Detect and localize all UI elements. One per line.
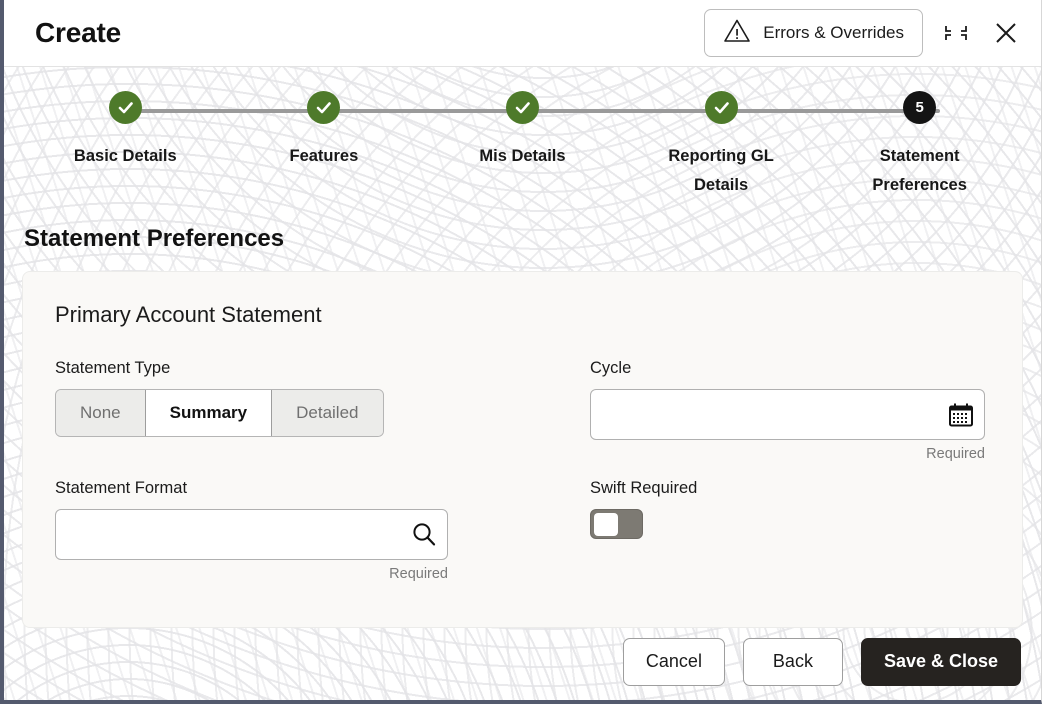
- statement-format-helper-text: Required: [389, 566, 448, 582]
- close-icon[interactable]: [989, 16, 1023, 50]
- step-label-2: Features: [289, 147, 359, 165]
- card-title: Primary Account Statement: [55, 302, 322, 327]
- cycle-helper-text: Required: [926, 446, 985, 462]
- dialog-body: Statement Preferences Primary Account St…: [4, 213, 1041, 628]
- toggle-knob: [594, 512, 618, 536]
- save-and-close-button[interactable]: Save & Close: [860, 637, 1021, 686]
- statement-type-field: Statement Type None Summary Detailed: [55, 359, 538, 462]
- step-bubble-2: [307, 91, 341, 124]
- wizard-stepper: Basic Details Features Mis Details Repor…: [4, 67, 1041, 213]
- errors-and-overrides-button[interactable]: Errors & Overrides: [704, 9, 923, 57]
- search-icon[interactable]: [401, 521, 447, 549]
- step-label-5: Statement Preferences: [872, 147, 967, 195]
- calendar-icon[interactable]: [938, 402, 984, 428]
- primary-account-statement-card: Primary Account Statement Statement Type…: [22, 271, 1023, 628]
- swift-required-label: Swift Required: [590, 479, 698, 497]
- form-grid: Statement Type None Summary Detailed Cyc…: [55, 359, 990, 582]
- sidebar-item-reporting-gl-details[interactable]: Reporting GL Details: [622, 91, 821, 201]
- step-bubble-3: [505, 91, 539, 124]
- step-label-3: Mis Details: [479, 147, 566, 165]
- stepper-steps: Basic Details Features Mis Details Repor…: [4, 91, 1041, 201]
- statement-type-option-detailed[interactable]: Detailed: [272, 390, 383, 436]
- statement-type-option-none[interactable]: None: [56, 390, 145, 436]
- step-label-4: Reporting GL Details: [668, 147, 774, 195]
- statement-format-input[interactable]: [56, 510, 401, 559]
- step-bubble-1: [108, 91, 142, 124]
- dialog-footer: Cancel Back Save & Close: [8, 627, 1040, 696]
- step-bubble-4: [704, 91, 738, 124]
- warning-triangle-icon: [723, 18, 751, 49]
- section-title: Statement Preferences: [24, 225, 285, 252]
- sidebar-item-mis-details[interactable]: Mis Details: [423, 91, 622, 201]
- cycle-label: Cycle: [590, 359, 632, 377]
- cycle-input-wrapper[interactable]: [590, 389, 985, 440]
- sidebar-item-basic-details[interactable]: Basic Details: [26, 91, 225, 201]
- swift-required-toggle[interactable]: [590, 509, 643, 539]
- collapse-icon[interactable]: [939, 16, 973, 50]
- swift-required-field: Swift Required: [590, 479, 990, 582]
- step-label-1: Basic Details: [73, 147, 177, 165]
- cancel-button[interactable]: Cancel: [622, 637, 725, 686]
- statement-format-field: Statement Format Required: [55, 479, 538, 582]
- step-bubble-5: 5: [903, 91, 937, 124]
- statement-type-label: Statement Type: [55, 359, 171, 377]
- sidebar-item-statement-preferences[interactable]: 5 Statement Preferences: [820, 91, 1019, 201]
- errors-button-label: Errors & Overrides: [763, 23, 904, 42]
- sidebar-item-features[interactable]: Features: [225, 91, 424, 201]
- page-title: Create: [35, 17, 121, 48]
- statement-type-segmented-control[interactable]: None Summary Detailed: [55, 389, 384, 437]
- statement-format-input-wrapper[interactable]: [55, 509, 448, 560]
- header-actions: Errors & Overrides: [704, 9, 1023, 57]
- create-dialog: Create Errors & Overrides Basic Details …: [0, 0, 1042, 704]
- cycle-field: Cycle Required: [590, 359, 990, 462]
- back-button[interactable]: Back: [742, 637, 843, 686]
- statement-type-option-summary[interactable]: Summary: [144, 390, 273, 436]
- statement-format-label: Statement Format: [55, 479, 188, 497]
- cycle-input[interactable]: [591, 390, 938, 439]
- dialog-header: Create Errors & Overrides: [4, 0, 1041, 67]
